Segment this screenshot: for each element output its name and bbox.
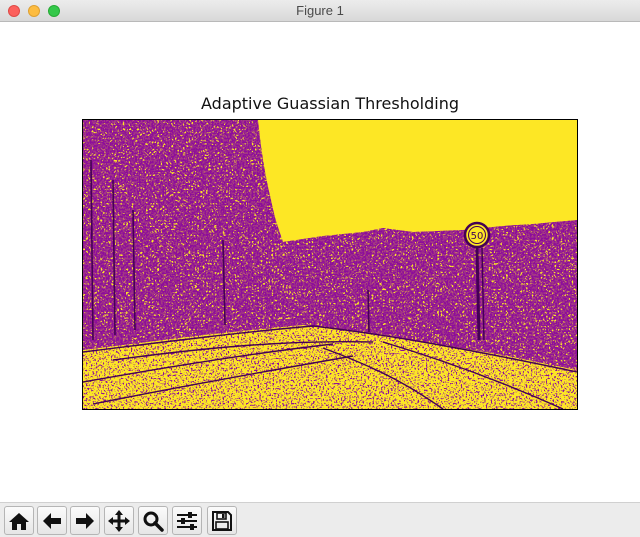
forward-button[interactable] bbox=[70, 506, 100, 535]
thresholded-image: 50 bbox=[83, 120, 577, 409]
svg-text:50: 50 bbox=[471, 231, 484, 242]
navigation-toolbar bbox=[0, 502, 640, 537]
floppy-disk-icon bbox=[212, 510, 232, 531]
zoom-button[interactable] bbox=[138, 506, 168, 535]
sliders-icon bbox=[177, 511, 197, 530]
title-bar[interactable]: Figure 1 bbox=[0, 0, 640, 22]
save-button[interactable] bbox=[207, 506, 237, 535]
back-button[interactable] bbox=[37, 506, 67, 535]
window-title: Figure 1 bbox=[296, 3, 344, 18]
arrow-left-icon bbox=[43, 512, 61, 529]
figure-canvas[interactable]: Adaptive Guassian Thresholding 50 bbox=[0, 22, 640, 502]
magnifier-icon bbox=[143, 511, 164, 532]
configure-subplots-button[interactable] bbox=[172, 506, 202, 535]
home-button[interactable] bbox=[4, 506, 34, 535]
home-icon bbox=[9, 512, 29, 530]
axes-title: Adaptive Guassian Thresholding bbox=[201, 94, 459, 113]
pan-button[interactable] bbox=[104, 506, 134, 535]
image-axes[interactable]: 50 bbox=[82, 119, 578, 410]
figure-window: Figure 1 Adaptive Guassian Thresholding bbox=[0, 0, 640, 537]
move-icon bbox=[108, 509, 130, 532]
arrow-right-icon bbox=[76, 512, 94, 529]
